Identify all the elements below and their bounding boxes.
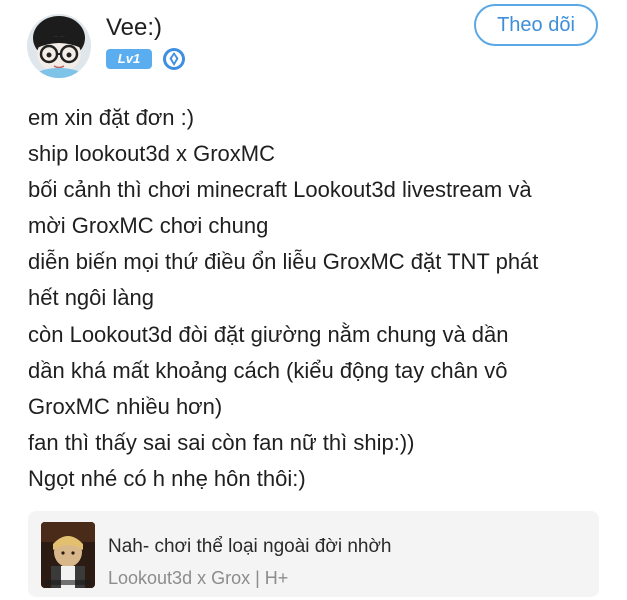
post-content: em xin đặt đơn :) ship lookout3d x GroxM… xyxy=(28,100,608,497)
linked-story-card[interactable]: Nah- chơi thể loại ngoài đời nhờh Lookou… xyxy=(28,511,599,597)
post-line: ship lookout3d x GroxMC xyxy=(28,141,275,167)
story-title: Nah- chơi thể loại ngoài đời nhờh xyxy=(108,536,392,557)
diamond-badge-icon xyxy=(162,47,186,71)
post-line: hết ngôi làng xyxy=(28,285,154,311)
post-line: Ngọt nhé có h nhẹ hôn thôi:) xyxy=(28,465,306,491)
book-cover-image xyxy=(41,522,95,588)
level-badge: Lv1 xyxy=(106,49,152,69)
post-line: dần khá mất khoảng cách (kiểu động tay c… xyxy=(28,357,508,383)
post-line: GroxMC nhiều hơn) xyxy=(28,393,223,419)
follow-button[interactable]: Theo dõi xyxy=(474,4,598,46)
post-header: Vee:) Lv1 Theo dõi xyxy=(0,0,627,90)
author-avatar[interactable] xyxy=(27,14,91,78)
post-line: fan thì thấy sai sai còn fan nữ thì ship… xyxy=(28,429,415,455)
post-line: mời GroxMC chơi chung xyxy=(28,213,269,239)
post-line: diễn biến mọi thứ điều ổn liễu GroxMC đặ… xyxy=(28,249,539,275)
post-line: còn Lookout3d đòi đặt giường nằm chung v… xyxy=(28,321,509,347)
post-line: bối cảnh thì chơi minecraft Lookout3d li… xyxy=(28,177,532,203)
post-line: em xin đặt đơn :) xyxy=(28,105,195,130)
author-name[interactable]: Vee:) xyxy=(106,14,162,42)
story-subtitle: Lookout3d x Grox | H+ xyxy=(108,568,289,588)
